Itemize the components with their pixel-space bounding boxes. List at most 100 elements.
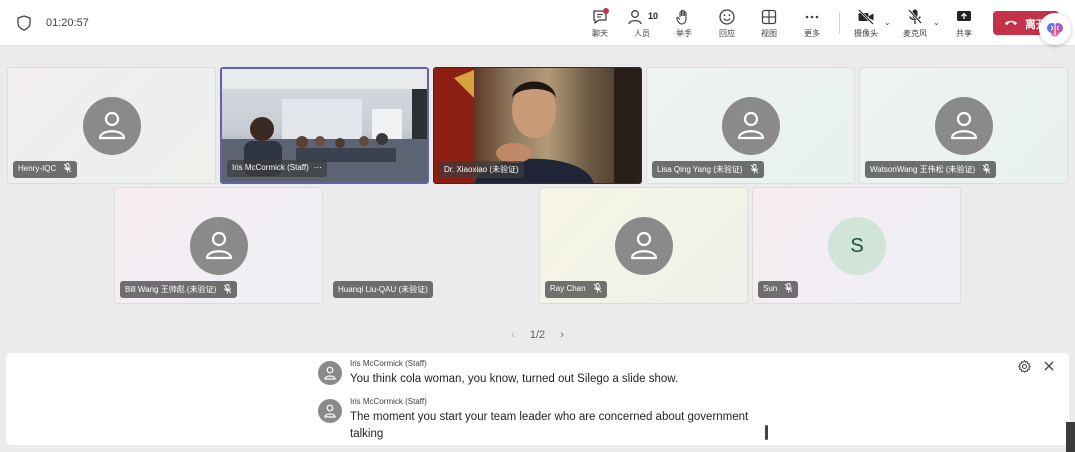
- participant-name: Henry-IQC: [18, 164, 57, 173]
- meeting-window: 01:20:57 聊天 10 人员 举手 回应 视图 更多 摄像头 ⌄ 麦克风 …: [0, 0, 1075, 452]
- person-icon: [950, 111, 978, 140]
- participant-tile[interactable]: Henry-IQC: [7, 67, 216, 184]
- mic-muted-icon: [750, 163, 758, 174]
- more-button[interactable]: 更多: [792, 6, 832, 42]
- page-indicator: 1/2: [529, 329, 546, 341]
- view-button[interactable]: 视图: [749, 6, 789, 42]
- person-icon: [324, 404, 336, 418]
- participant-name-tag: Lisa Qing Yang (未验证): [652, 161, 764, 178]
- raise-hand-button[interactable]: 举手: [664, 6, 704, 42]
- close-icon[interactable]: [1043, 360, 1055, 372]
- people-button[interactable]: 10 人员: [622, 6, 662, 42]
- person-icon: [737, 111, 765, 140]
- people-icon: [628, 10, 642, 25]
- hang-up-icon: [1005, 20, 1017, 25]
- participant-tile[interactable]: Dr. Xiaoxiao (未验证): [433, 67, 642, 184]
- more-options-icon[interactable]: ⋯: [314, 163, 322, 172]
- person-icon: [205, 231, 233, 260]
- share-icon: [957, 11, 971, 21]
- react-label: 回应: [719, 29, 735, 38]
- participant-name: Huanqi Liu-QAU (未验证): [338, 285, 428, 294]
- participant-tile-active[interactable]: Iris McCormick (Staff) ⋯: [220, 67, 429, 184]
- mic-muted-icon: [982, 163, 991, 174]
- gallery-pager: ‹ 1/2 ›: [0, 329, 1075, 341]
- meeting-toolbar: 01:20:57 聊天 10 人员 举手 回应 视图 更多 摄像头 ⌄ 麦克风 …: [0, 0, 1075, 46]
- participant-tile[interactable]: Ray Chan: [539, 187, 748, 304]
- avatar: [935, 97, 993, 155]
- view-label: 视图: [761, 29, 777, 38]
- mic-chevron-down-icon[interactable]: ⌄: [933, 18, 940, 27]
- camera-button[interactable]: 摄像头: [846, 6, 886, 42]
- smiley-icon: [719, 9, 735, 25]
- person-icon: [98, 111, 126, 140]
- notification-dot: [603, 8, 609, 14]
- caption-text: You think cola woman, you know, turned o…: [350, 373, 679, 385]
- toolbar-divider: [839, 12, 840, 34]
- mic-muted-icon: [593, 282, 601, 293]
- more-label: 更多: [804, 29, 820, 38]
- participant-name-tag: Henry-IQC: [13, 161, 78, 178]
- caption-scrollbar[interactable]: [765, 425, 768, 440]
- people-label: 人员: [634, 29, 650, 38]
- person-icon: [630, 231, 658, 260]
- raise-hand-label: 举手: [676, 29, 692, 38]
- mic-muted-icon: [784, 282, 793, 293]
- meeting-timer: 01:20:57: [46, 17, 89, 29]
- participant-name: Sun: [763, 284, 778, 293]
- participant-name: Iris McCormick (Staff): [232, 163, 309, 172]
- grid-view-icon: [761, 9, 777, 25]
- copilot-icon: [1047, 23, 1063, 37]
- avatar: [318, 361, 342, 385]
- avatar-initial: S: [828, 217, 886, 275]
- avatar: [318, 399, 342, 423]
- camera-chevron-down-icon[interactable]: ⌄: [884, 18, 891, 27]
- caption-entry: Iris McCormick (Staff) The moment you st…: [318, 397, 758, 443]
- people-count: 10: [648, 11, 659, 21]
- participant-name-tag: Iris McCormick (Staff) ⋯: [227, 160, 327, 177]
- participant-name: WatsonWang 王伟松 (未验证): [870, 165, 976, 174]
- chevron-right-icon[interactable]: ›: [560, 329, 564, 341]
- participant-name: Lisa Qing Yang (未验证): [657, 165, 743, 174]
- avatar: [83, 97, 141, 155]
- participant-name-tag: Huanqi Liu-QAU (未验证): [333, 281, 433, 298]
- participant-name: Dr. Xiaoxiao (未验证): [444, 165, 519, 174]
- participant-tile[interactable]: Bill Wang 王帅彪 (未验证): [114, 187, 323, 304]
- share-label: 共享: [956, 29, 972, 38]
- caption-entry: Iris McCormick (Staff) You think cola wo…: [318, 359, 758, 393]
- copilot-button[interactable]: [1039, 13, 1071, 45]
- participant-tile[interactable]: S Sun: [752, 187, 961, 304]
- chevron-left-icon[interactable]: ‹: [511, 329, 515, 341]
- participant-name: Bill Wang 王帅彪 (未验证): [125, 285, 217, 294]
- live-captions-panel: Iris McCormick (Staff) You think cola wo…: [6, 353, 1069, 445]
- camera-off-icon: [858, 9, 874, 25]
- mic-button[interactable]: 麦克风: [895, 6, 935, 42]
- participant-name: Ray Chan: [550, 284, 586, 293]
- gear-icon[interactable]: [1018, 360, 1031, 373]
- participant-name-tag: Sun: [758, 281, 799, 298]
- window-scrollbar[interactable]: [1066, 422, 1075, 452]
- caption-speaker: Iris McCormick (Staff): [350, 397, 427, 406]
- mic-muted-icon: [223, 283, 232, 294]
- shield-icon[interactable]: [17, 15, 31, 31]
- participant-tile[interactable]: Huanqi Liu-QAU (未验证): [327, 187, 536, 304]
- caption-text: The moment you start your team leader wh…: [350, 411, 749, 440]
- chat-label: 聊天: [592, 29, 608, 38]
- participant-name-tag: WatsonWang 王伟松 (未验证): [865, 161, 997, 178]
- mic-off-icon: [908, 9, 922, 24]
- participant-name-tag: Dr. Xiaoxiao (未验证): [439, 161, 524, 178]
- participant-name-tag: Ray Chan: [545, 281, 607, 298]
- more-icon: [805, 15, 819, 19]
- mic-muted-icon: [63, 162, 72, 173]
- avatar: [190, 217, 248, 275]
- mic-label: 麦克风: [903, 29, 927, 38]
- participant-name-tag: Bill Wang 王帅彪 (未验证): [120, 281, 238, 298]
- camera-label: 摄像头: [854, 29, 878, 38]
- avatar: [615, 217, 673, 275]
- share-button[interactable]: 共享: [944, 6, 984, 42]
- react-button[interactable]: 回应: [707, 6, 747, 42]
- caption-speaker: Iris McCormick (Staff): [350, 359, 427, 368]
- chat-button[interactable]: 聊天: [580, 6, 620, 42]
- participant-tile[interactable]: Lisa Qing Yang (未验证): [646, 67, 855, 184]
- avatar: [722, 97, 780, 155]
- participant-tile[interactable]: WatsonWang 王伟松 (未验证): [859, 67, 1068, 184]
